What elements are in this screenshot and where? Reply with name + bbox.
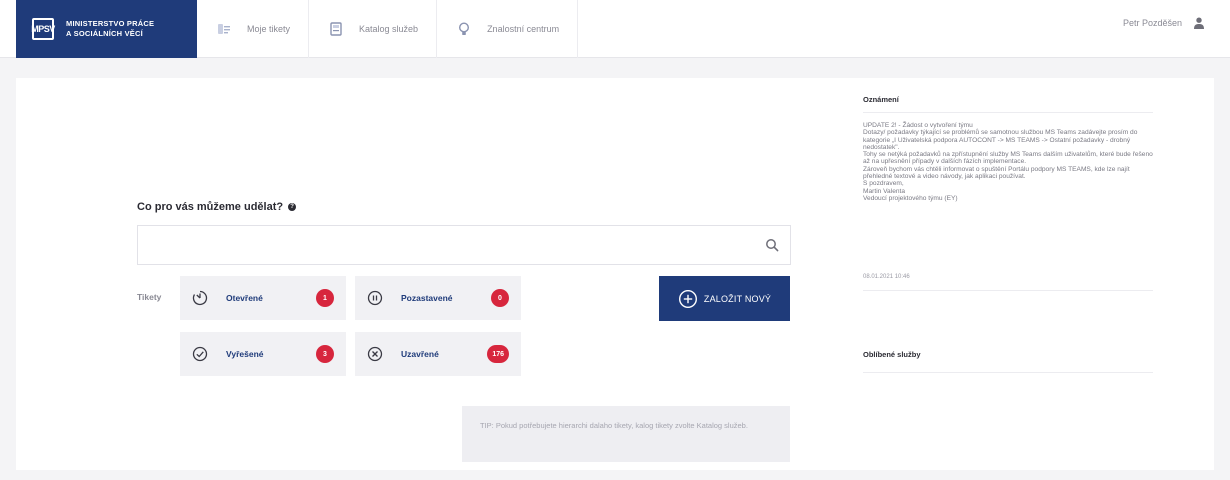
divider [863,290,1153,291]
nav-item-catalog[interactable]: Katalog služeb [309,0,438,58]
count-badge: 3 [316,345,334,363]
pause-icon [365,288,385,308]
tile-label: Uzavřené [401,349,439,359]
tile-label: Pozastavené [401,293,453,303]
tile-closed[interactable]: Uzavřené 176 [355,332,521,376]
tickets-icon [215,20,233,38]
clock-icon [190,288,210,308]
announcement-text: UPDATE 2! - Žádost o vytvoření týmu Dota… [863,122,1153,202]
tile-open[interactable]: Otevřené 1 [180,276,346,320]
user-menu[interactable]: Petr Pozděšen [1123,14,1208,32]
search-box [137,225,791,265]
tile-label: Otevřené [226,293,263,303]
x-circle-icon [365,344,385,364]
search-input[interactable] [138,226,754,264]
tile-label: Vyřešené [226,349,264,359]
tile-resolved[interactable]: Vyřešené 3 [180,332,346,376]
nav-item-my-tickets[interactable]: Moje tikety [197,0,310,58]
divider [863,372,1153,373]
nav-label: Katalog služeb [359,24,419,34]
nav-label: Znalostní centrum [487,24,560,34]
nav-item-knowledge[interactable]: Znalostní centrum [437,0,579,58]
tickets-label: Tikety [137,292,162,302]
top-bar: MPSV MINISTERSTVO PRÁCE A SOCIÁLNÍCH VĚC… [0,0,1230,58]
user-name: Petr Pozděšen [1122,18,1182,28]
help-icon[interactable]: ? [288,203,297,211]
count-badge: 1 [316,289,334,307]
logo-line-1: MINISTERSTVO PRÁCE [66,19,155,28]
nav-label: Moje tikety [247,24,291,34]
logo-mark: MPSV [31,18,55,40]
page-question: Co pro vás můžeme udělat? ? [137,201,297,213]
lightbulb-icon [455,20,473,38]
user-icon [1190,14,1208,32]
announcement-date: 08.01.2021 10:46 [863,274,910,280]
favorite-services-title: Oblíbené služby [863,350,921,359]
divider [863,112,1153,113]
side-panel: Oznámení UPDATE 2! - Žádost o vytvoření … [839,78,1214,470]
plus-circle-icon [678,289,698,309]
create-new-ticket-button[interactable]: ZALOŽIT NOVÝ [659,276,790,321]
logo-line-2: A SOCIÁLNÍCH VĚCÍ [66,29,143,38]
count-badge: 0 [491,289,509,307]
logo[interactable]: MPSV MINISTERSTVO PRÁCE A SOCIÁLNÍCH VĚC… [16,0,197,58]
check-icon [190,344,210,364]
question-text: Co pro vás můžeme udělat? [137,201,284,213]
tip-box: TIP: Pokud potřebujete hierarchi dalaho … [462,406,790,462]
search-icon[interactable] [754,238,790,252]
catalog-icon [327,20,345,38]
count-badge: 176 [487,345,509,363]
create-new-label: ZALOŽIT NOVÝ [703,293,772,304]
main-nav: Moje tikety Katalog služeb Znalostní cen… [197,0,579,58]
main-panel: Co pro vás můžeme udělat? ? Tikety Otevř… [16,78,839,470]
tile-paused[interactable]: Pozastavené 0 [355,276,521,320]
logo-text: MINISTERSTVO PRÁCE A SOCIÁLNÍCH VĚCÍ [66,19,154,39]
announcements-title: Oznámení [863,95,899,104]
